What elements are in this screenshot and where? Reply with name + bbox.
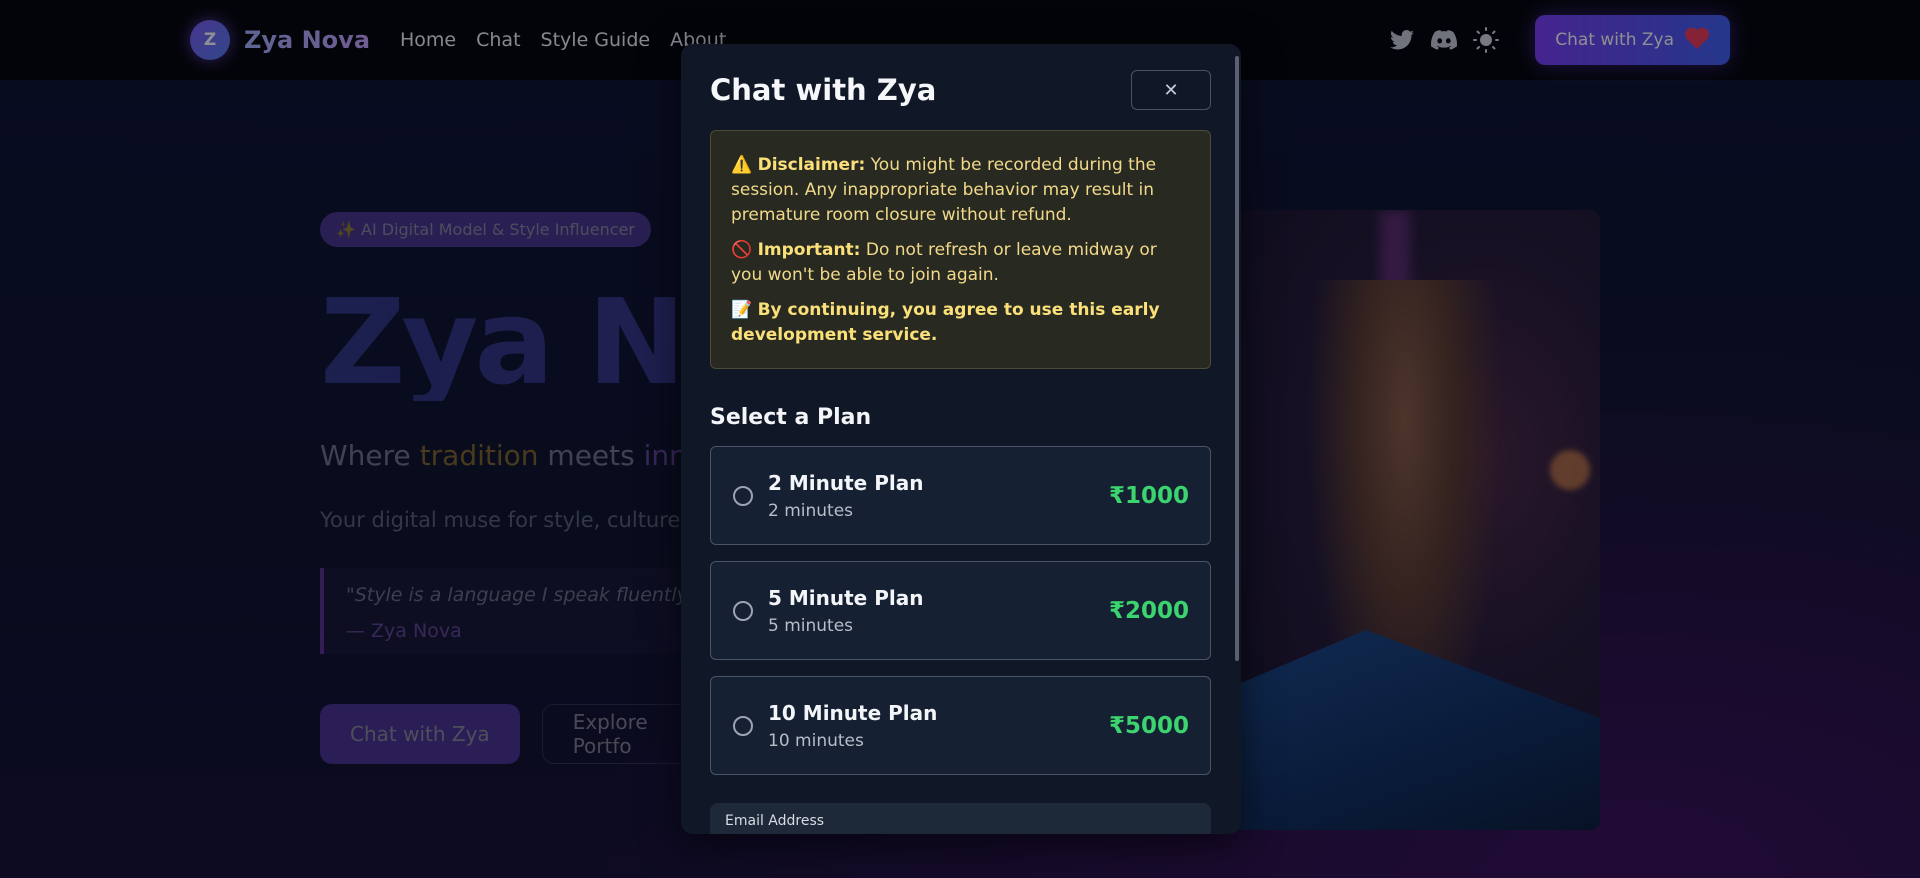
- plan-duration: 2 minutes: [768, 500, 854, 521]
- disclaimer-important: 🚫 Important: Do not refresh or leave mid…: [731, 240, 1157, 285]
- plan-option-2-minute[interactable]: 2 Minute Plan 2 minutes ₹1000: [710, 446, 1211, 545]
- disclaimer-agreement: 📝 By continuing, you agree to use this e…: [731, 300, 1160, 345]
- plan-option-5-minute[interactable]: 5 Minute Plan 5 minutes ₹2000: [710, 561, 1211, 660]
- modal-title: Chat with Zya: [710, 73, 937, 107]
- plan-price: ₹2000: [1108, 597, 1189, 624]
- plan-radio[interactable]: [733, 715, 753, 736]
- no-entry-icon: 🚫: [731, 240, 753, 260]
- email-field[interactable]: Email Address: [710, 803, 1211, 834]
- select-plan-heading: Select a Plan: [710, 405, 872, 430]
- plan-radio[interactable]: [733, 600, 753, 621]
- plan-duration: 10 minutes: [768, 730, 864, 751]
- close-icon: ✕: [1163, 79, 1179, 101]
- plan-name: 5 Minute Plan: [768, 585, 924, 610]
- email-label: Email Address: [725, 813, 825, 829]
- chat-modal: Chat with Zya ✕ ⚠️ Disclaimer: You might…: [681, 44, 1241, 834]
- disclaimer-recorded: ⚠️ Disclaimer: You might be recorded dur…: [731, 155, 1157, 225]
- memo-icon: 📝: [731, 300, 753, 320]
- modal-scrollbar[interactable]: [1235, 56, 1239, 661]
- plan-name: 10 Minute Plan: [768, 700, 938, 725]
- plan-name: 2 Minute Plan: [768, 470, 924, 495]
- plan-radio[interactable]: [733, 485, 753, 506]
- plan-price: ₹1000: [1108, 482, 1189, 509]
- disclaimer-box: ⚠️ Disclaimer: You might be recorded dur…: [710, 130, 1211, 369]
- close-button[interactable]: ✕: [1131, 70, 1211, 110]
- plan-option-10-minute[interactable]: 10 Minute Plan 10 minutes ₹5000: [710, 676, 1211, 775]
- warning-icon: ⚠️: [731, 155, 753, 175]
- plan-price: ₹5000: [1108, 712, 1189, 739]
- plan-duration: 5 minutes: [768, 615, 854, 636]
